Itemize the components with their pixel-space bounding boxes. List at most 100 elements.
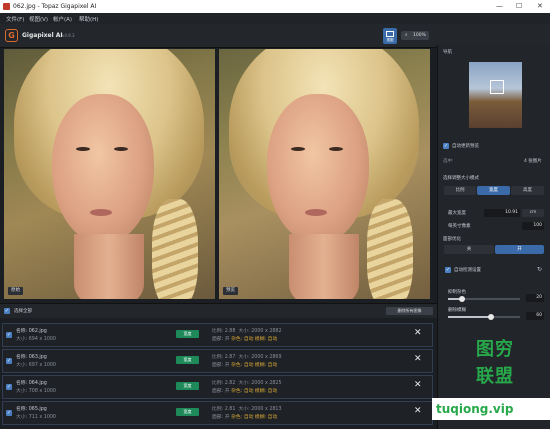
portrait-neck xyxy=(74,234,144,299)
portrait-lips xyxy=(305,209,327,216)
row-output-info: 比例: 2.81 大小: 2000 x 2813 xyxy=(212,407,282,412)
gigapixel-logo-icon: G xyxy=(5,29,18,42)
remove-blur-knob[interactable] xyxy=(488,314,495,320)
select-all-label: 选择全部 xyxy=(14,309,32,314)
menu-account[interactable]: 帐户(A) xyxy=(53,15,72,23)
face-refine-label: 面部优化 xyxy=(443,237,461,242)
row-checkbox[interactable]: ✓ xyxy=(6,410,12,416)
portrait-eye-right xyxy=(114,147,128,151)
search-icon: ⌕ xyxy=(405,33,408,38)
resize-mode-width[interactable]: 宽度 xyxy=(477,186,510,195)
auto-detect-checkbox[interactable]: ✓ xyxy=(445,267,451,273)
selected-count: 4 张图片 xyxy=(524,159,542,164)
watermark-line2: 联盟 xyxy=(476,366,514,387)
preview-image-panel[interactable]: 预览 xyxy=(219,49,430,299)
minimize-button[interactable]: — xyxy=(496,2,503,10)
remove-blur-label: 删除模糊 xyxy=(448,308,466,313)
row-filename: 名称: 062.jpg xyxy=(16,329,47,334)
menu-bar: 文件(F) 视图(V) 帐户(A) 帮助(H) xyxy=(0,13,550,24)
max-width-label: 最大宽度 xyxy=(448,211,466,216)
remove-row-icon[interactable]: ✕ xyxy=(414,406,422,416)
window-title-bar: 062.jpg - Topaz Gigapixel AI — ☐ ✕ xyxy=(0,0,550,13)
resize-mode-scale[interactable]: 比例 xyxy=(444,186,476,195)
queue-row[interactable]: ✓ 名称: 063.jpg 大小: 697 x 1000 宽度 比例: 2.87… xyxy=(2,349,433,373)
navigator-thumbnail[interactable] xyxy=(469,62,522,128)
app-icon xyxy=(3,3,10,10)
portrait-braid xyxy=(152,199,198,299)
menu-file[interactable]: 文件(F) xyxy=(6,15,24,23)
reset-icon[interactable]: ↻ xyxy=(537,266,542,273)
remove-blur-slider[interactable] xyxy=(448,314,520,320)
row-source-size: 大小: 708 x 1000 xyxy=(16,389,56,394)
remove-row-icon[interactable]: ✕ xyxy=(414,354,422,364)
original-image-panel[interactable]: 原始 xyxy=(4,49,215,299)
portrait-neck xyxy=(289,234,359,299)
row-settings-info: 面部: 开 杂色: 自动 模糊: 自动 xyxy=(212,415,278,420)
watermark-url: tuqiong.vip xyxy=(432,398,550,420)
view-mode-button[interactable]: 视图 xyxy=(383,28,397,44)
original-label: 原始 xyxy=(8,287,23,295)
auto-update-preview-checkbox[interactable]: ✓ xyxy=(443,143,449,149)
suppress-noise-value[interactable]: 20 xyxy=(526,294,544,302)
row-filename: 名称: 063.jpg xyxy=(16,355,47,360)
portrait-face xyxy=(267,94,369,244)
zoom-button[interactable]: ⌕ 100% xyxy=(401,31,429,40)
navigator-viewport-frame[interactable] xyxy=(490,80,504,94)
app-name: Gigapixel AI xyxy=(22,32,63,39)
remove-row-icon[interactable]: ✕ xyxy=(414,328,422,338)
row-mode-badge: 宽度 xyxy=(176,382,199,390)
suppress-noise-slider[interactable] xyxy=(448,296,520,302)
row-checkbox[interactable]: ✓ xyxy=(6,384,12,390)
auto-detect-label: 自动检测设置 xyxy=(454,268,481,273)
remove-blur-value[interactable]: 60 xyxy=(526,312,544,320)
row-source-size: 大小: 697 x 1000 xyxy=(16,363,56,368)
portrait-braid xyxy=(367,199,413,299)
face-refine-off[interactable]: 关 xyxy=(444,245,494,254)
row-output-info: 比例: 2.88 大小: 2000 x 2882 xyxy=(212,329,282,334)
view-mode-label: 视图 xyxy=(386,38,394,42)
remove-all-images-button[interactable]: 删除所有图像 xyxy=(386,307,433,315)
app-version: v4.9.3 xyxy=(62,33,75,38)
split-view-icon xyxy=(386,31,394,37)
row-settings-info: 面部: 开 杂色: 自动 模糊: 自动 xyxy=(212,389,278,394)
app-window: 062.jpg - Topaz Gigapixel AI — ☐ ✕ 文件(F)… xyxy=(0,0,550,429)
face-refine-on[interactable]: 开 xyxy=(495,245,544,254)
remove-blur-fill xyxy=(448,316,492,318)
close-window-button[interactable]: ✕ xyxy=(537,2,543,10)
queue-row[interactable]: ✓ 名称: 064.jpg 大小: 708 x 1000 宽度 比例: 2.82… xyxy=(2,375,433,399)
queue-row[interactable]: ✓ 名称: 065.jpg 大小: 711 x 1000 宽度 比例: 2.81… xyxy=(2,401,433,425)
row-output-info: 比例: 2.82 大小: 2000 x 2825 xyxy=(212,381,282,386)
auto-update-preview-label: 自动更新预览 xyxy=(452,144,479,149)
row-source-size: 大小: 711 x 1000 xyxy=(16,415,56,420)
remove-row-icon[interactable]: ✕ xyxy=(414,380,422,390)
row-mode-badge: 宽度 xyxy=(176,408,199,416)
menu-help[interactable]: 帮助(H) xyxy=(79,15,98,23)
row-source-size: 大小: 694 x 1000 xyxy=(16,337,56,342)
resize-mode-height[interactable]: 高度 xyxy=(511,186,544,195)
portrait-lips xyxy=(90,209,112,216)
portrait-eye-left xyxy=(76,147,90,151)
select-all-checkbox[interactable]: ✓ xyxy=(4,308,10,314)
watermark-line1: 图穷 xyxy=(476,339,514,360)
row-filename: 名称: 065.jpg xyxy=(16,407,47,412)
max-width-input[interactable]: 10.91 xyxy=(484,209,520,217)
row-checkbox[interactable]: ✓ xyxy=(6,332,12,338)
row-settings-info: 面部: 开 杂色: 自动 模糊: 自动 xyxy=(212,337,278,342)
preview-label: 预览 xyxy=(223,287,238,295)
row-mode-badge: 宽度 xyxy=(176,330,199,338)
row-filename: 名称: 064.jpg xyxy=(16,381,47,386)
window-title: 062.jpg - Topaz Gigapixel AI xyxy=(13,3,97,10)
resize-mode-label: 选择调整大小模式 xyxy=(443,176,479,181)
suppress-noise-knob[interactable] xyxy=(459,296,466,302)
dpi-input[interactable]: 100 xyxy=(522,222,544,230)
menu-view[interactable]: 视图(V) xyxy=(29,15,48,23)
queue-toolbar: ✓ 选择全部 xyxy=(0,303,437,318)
zoom-level: 100% xyxy=(413,33,426,38)
unit-select[interactable]: cm xyxy=(522,209,544,217)
row-checkbox[interactable]: ✓ xyxy=(6,358,12,364)
row-mode-badge: 宽度 xyxy=(176,356,199,364)
navigator-title: 导航 xyxy=(443,50,452,55)
portrait-eye-right xyxy=(329,147,343,151)
maximize-button[interactable]: ☐ xyxy=(516,2,522,10)
queue-row[interactable]: ✓ 名称: 062.jpg 大小: 694 x 1000 宽度 比例: 2.88… xyxy=(2,323,433,347)
